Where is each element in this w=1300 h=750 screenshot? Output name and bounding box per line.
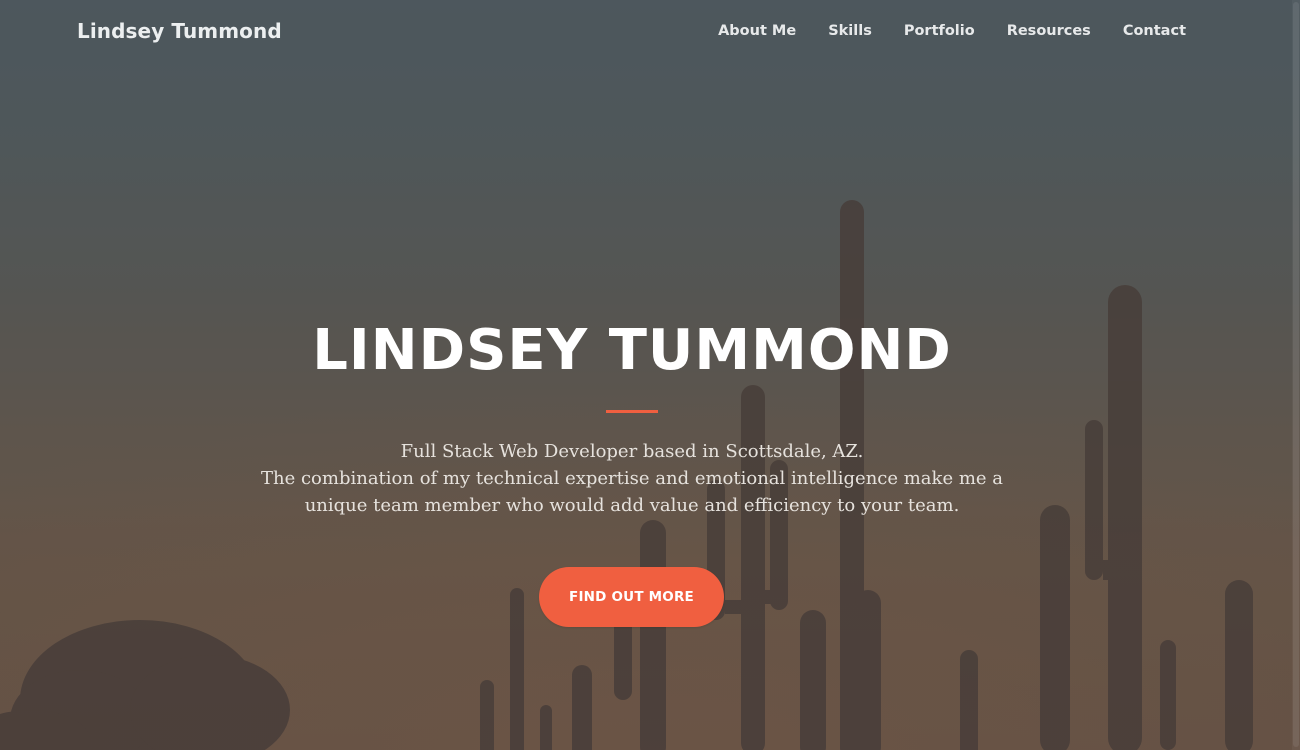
- nav-link-contact[interactable]: Contact: [1123, 23, 1186, 39]
- hero-section: Lindsey Tummond About Me Skills Portfoli…: [0, 0, 1300, 750]
- scrollbar[interactable]: [1292, 0, 1300, 750]
- find-out-more-button[interactable]: FIND OUT MORE: [539, 567, 724, 627]
- hero-description: Full Stack Web Developer based in Scotts…: [150, 438, 1114, 519]
- nav-links: About Me Skills Portfolio Resources Cont…: [718, 23, 1186, 39]
- accent-divider: [606, 410, 658, 413]
- hero-text-line: The combination of my technical expertis…: [260, 468, 1003, 489]
- hero-text-line: unique team member who would add value a…: [304, 495, 960, 516]
- nav-link-about-me[interactable]: About Me: [718, 23, 796, 39]
- top-navbar: Lindsey Tummond About Me Skills Portfoli…: [0, 0, 1300, 64]
- nav-link-resources[interactable]: Resources: [1007, 23, 1091, 39]
- brand-link[interactable]: Lindsey Tummond: [77, 19, 282, 43]
- nav-link-skills[interactable]: Skills: [828, 23, 872, 39]
- hero-title: LINDSEY TUMMOND: [312, 318, 952, 383]
- hero-text-line: Full Stack Web Developer based in Scotts…: [400, 441, 864, 462]
- scrollbar-thumb[interactable]: [1293, 2, 1299, 747]
- nav-link-portfolio[interactable]: Portfolio: [904, 23, 975, 39]
